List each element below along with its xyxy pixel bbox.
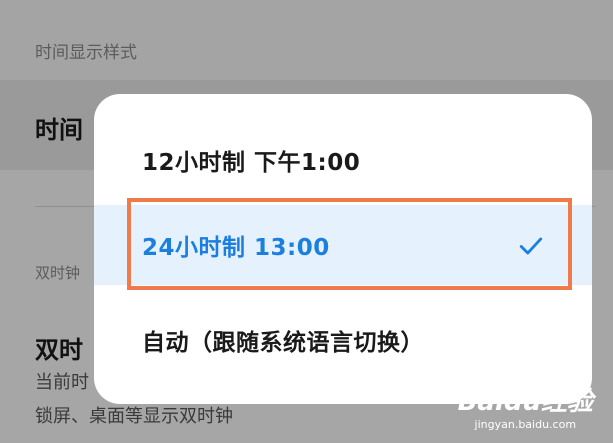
section-title-time-style: 时间显示样式 — [35, 43, 137, 63]
section-title-dual-clock: 双时钟 — [35, 264, 81, 282]
option-12-hour[interactable]: 12小时制 下午1:00 — [94, 120, 592, 200]
watermark-url: jingyan.baidu.com — [474, 418, 577, 431]
time-format-dialog: 12小时制 下午1:00 24小时制 13:00 自动（跟随系统语言切换） — [94, 94, 592, 404]
option-auto[interactable]: 自动（跟随系统语言切换） — [94, 300, 592, 380]
dual-clock-row-sub: 当前时 — [35, 372, 89, 393]
option-auto-label: 自动（跟随系统语言切换） — [142, 330, 424, 356]
selection-highlight-box — [127, 198, 572, 290]
dual-clock-row-desc: 锁屏、桌面等显示双时钟 — [35, 406, 233, 427]
baidu-watermark: Baidu经验 jingyan.baidu.com — [458, 381, 593, 431]
dual-clock-row-label: 双时 — [35, 336, 83, 364]
watermark-brand: Baidu经验 — [457, 387, 593, 417]
option-12-hour-label: 12小时制 下午1:00 — [142, 150, 361, 176]
time-row-label: 时间 — [35, 116, 83, 144]
